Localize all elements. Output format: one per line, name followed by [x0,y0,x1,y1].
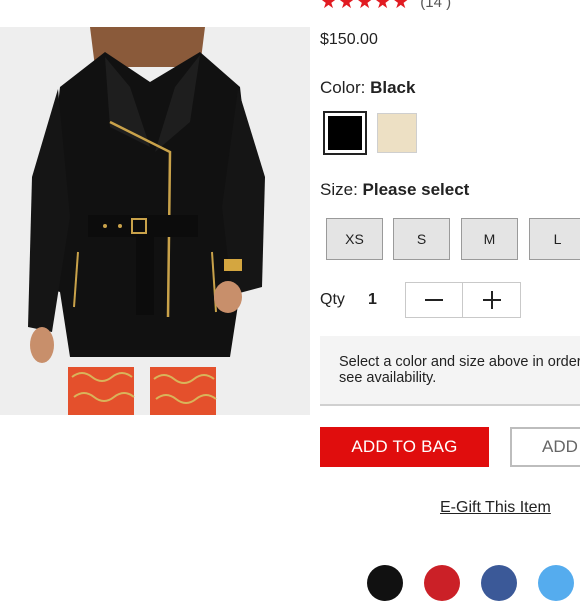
product-image[interactable] [0,27,310,415]
availability-text: Select a color and size above in order t… [339,354,580,386]
size-label: Size: Please select [320,180,469,200]
star-icon: ★ [338,0,356,13]
review-count[interactable]: (14 ) [420,0,451,12]
size-label-text: Size: [320,180,363,199]
minus-icon [425,299,443,301]
email-icon[interactable] [367,565,403,601]
add-to-bag-button[interactable]: ADD TO BAG [320,427,489,467]
swatch-cream[interactable] [377,113,417,153]
size-option-m[interactable]: M [461,218,518,260]
size-option-l[interactable]: L [529,218,580,260]
twitter-icon[interactable] [538,565,574,601]
qty-increment-button[interactable] [462,282,521,318]
facebook-icon[interactable] [481,565,517,601]
size-prompt: Please select [362,180,470,199]
star-icon: ★ [320,0,338,13]
swatch-black[interactable] [323,111,367,155]
size-option-xs[interactable]: XS [326,218,383,260]
star-icon: ★ [374,0,392,13]
rating[interactable]: ★ ★ ★ ★ ★ (14 ) [320,0,451,12]
egift-link[interactable]: E-Gift This Item [440,499,551,517]
price: $150.00 [320,31,378,48]
size-option-s[interactable]: S [393,218,450,260]
availability-notice: Select a color and size above in order t… [320,336,580,406]
pinterest-icon[interactable] [424,565,460,601]
swatch-cream-fill [378,114,416,152]
star-half-icon: ★ [392,0,410,13]
add-secondary-button[interactable]: ADD [510,427,580,467]
star-icon: ★ [356,0,374,13]
qty-value[interactable]: 1 [368,291,377,309]
plus-icon [482,291,501,309]
qty-label: Qty [320,291,345,308]
selected-color: Black [370,78,416,97]
swatch-black-fill [328,116,362,150]
color-label: Color: Black [320,78,415,98]
qty-decrement-button[interactable] [405,282,463,318]
color-label-text: Color: [320,78,371,97]
